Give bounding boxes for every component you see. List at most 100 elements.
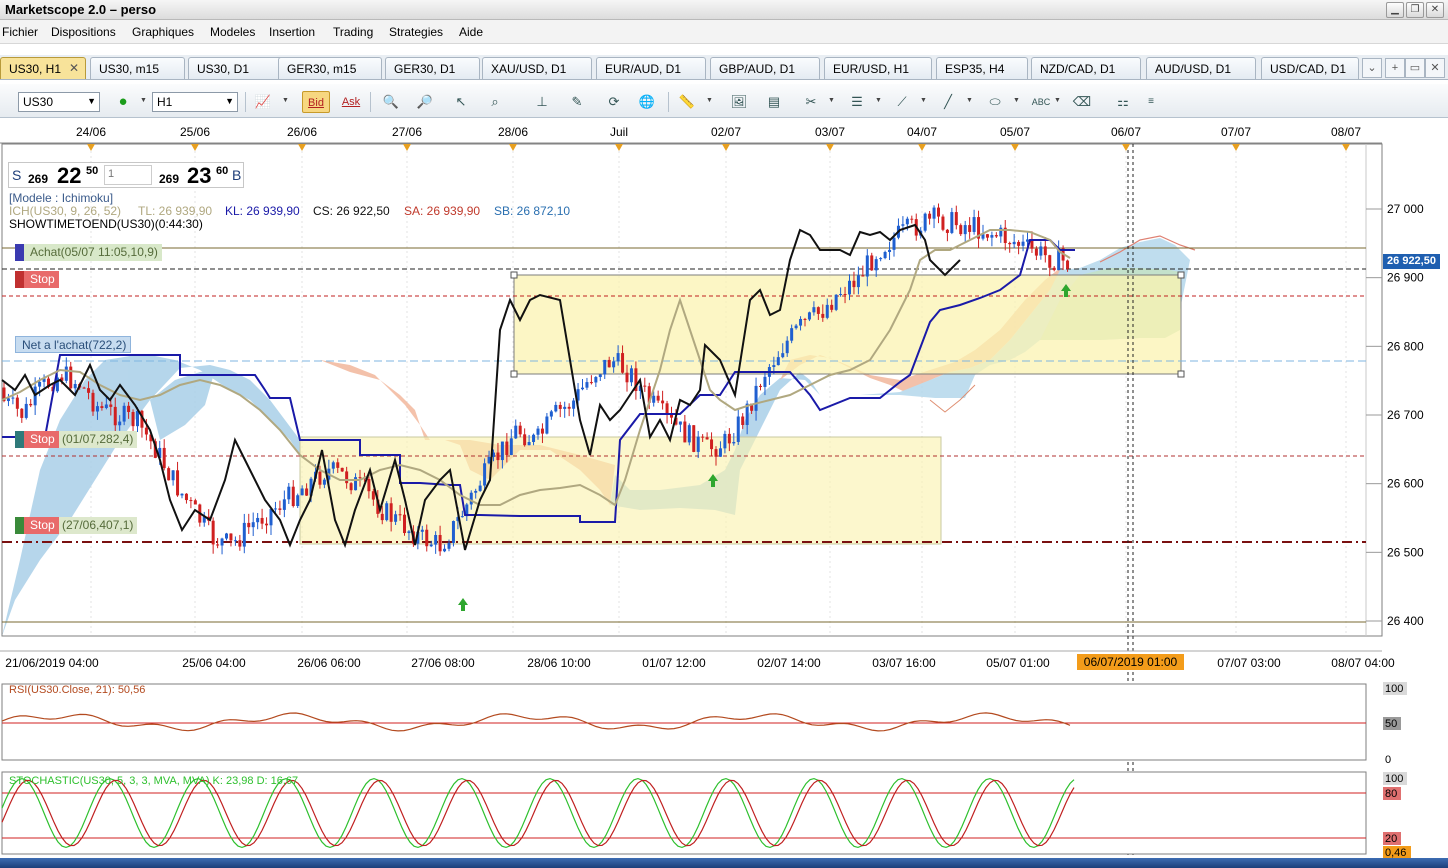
amount-input[interactable]: 1 [104, 165, 152, 185]
candle-body [616, 353, 620, 362]
candle-body [972, 217, 976, 232]
candle-body [273, 508, 277, 510]
candle-body [345, 471, 349, 484]
top-date-label: 06/07 [1111, 125, 1141, 139]
rsi-tick-label: 0 [1385, 754, 1391, 766]
candle-body [932, 207, 936, 219]
candle-body [848, 280, 851, 295]
time-tick-label: 02/07 14:00 [757, 656, 821, 670]
candle-body [447, 542, 451, 549]
quote-box: S 269 22 50 1 269 23 60 B [8, 162, 244, 188]
candle-body [705, 437, 709, 440]
resize-handle[interactable] [510, 271, 518, 279]
resize-handle[interactable] [1177, 271, 1185, 279]
candle-body [523, 434, 527, 446]
candle-body [487, 456, 491, 464]
candle-body [678, 421, 682, 425]
candle-body [879, 258, 883, 260]
candle-body [95, 406, 99, 412]
stop-order-label[interactable]: Stop [15, 431, 59, 448]
candle-body [371, 491, 375, 500]
time-axis: 21/06/2019 04:00 25/06 04:00 26/06 06:00 27… [5, 656, 1395, 670]
candle-body [318, 471, 322, 485]
order-achat-label[interactable]: Achat(05/07 11:05,10,9) [15, 244, 162, 261]
candle-body [816, 307, 820, 314]
candle-body [193, 500, 197, 505]
price-tick-label: 26 900 [1387, 271, 1424, 285]
candle-body [718, 448, 722, 457]
candle-body [269, 508, 273, 526]
candle-body [496, 452, 500, 461]
candle-body [73, 383, 77, 389]
candle-body [443, 548, 447, 552]
candle-body [429, 544, 433, 547]
price-chart[interactable]: 24/06 25/06 26/06 27/06 28/06 Juil 02/07 03/07 0… [0, 0, 1448, 868]
candle-body [572, 400, 576, 409]
candle-body [216, 544, 220, 546]
price-tick-label: 26 800 [1387, 339, 1424, 353]
candle-body [687, 425, 691, 443]
stop-order-label[interactable]: Stop [15, 517, 59, 534]
kijun-value: KL: 26 939,90 [225, 204, 300, 218]
candle-body [554, 404, 558, 412]
candle-body [567, 406, 571, 409]
stoch-tick-label: 80 [1385, 788, 1397, 800]
candle-body [518, 425, 522, 435]
candle-body [336, 462, 340, 468]
buy-label[interactable]: B [232, 167, 241, 183]
candle-body [665, 403, 669, 415]
candle-body [15, 397, 19, 409]
candle-body [558, 404, 562, 409]
top-date-label: 08/07 [1331, 125, 1361, 139]
candle-body [581, 387, 584, 390]
candle-body [358, 477, 362, 479]
candle-body [144, 427, 148, 435]
candle-body [598, 374, 602, 378]
candle-body [500, 441, 504, 461]
os-taskbar [0, 858, 1448, 868]
candle-body [865, 255, 869, 277]
sell-label[interactable]: S [12, 167, 21, 183]
candle-body [29, 403, 33, 406]
time-tick-label: 25/06 04:00 [182, 656, 246, 670]
candle-body [994, 235, 998, 237]
candle-body [545, 416, 549, 434]
buy-big-figure: 269 [159, 172, 180, 186]
price-tick-label: 26 600 [1387, 477, 1424, 491]
resize-handle[interactable] [1177, 370, 1185, 378]
candle-body [291, 486, 295, 507]
candle-body [714, 449, 718, 457]
candle-body [968, 225, 972, 232]
candle-body [6, 398, 10, 402]
candle-body [954, 212, 958, 226]
candle-body [247, 522, 251, 528]
candle-body [425, 529, 429, 547]
time-tick-label: 07/07 03:00 [1217, 656, 1281, 670]
net-position-label[interactable]: Net a l'achat(722,2) [15, 336, 132, 353]
candle-body [398, 514, 402, 516]
candle-body [781, 353, 785, 358]
top-date-label: 24/06 [76, 125, 106, 139]
time-tick-label: 08/07 04:00 [1331, 656, 1395, 670]
candle-body [843, 293, 847, 295]
stop-order-label[interactable]: Stop [15, 271, 59, 288]
candle-body [189, 500, 193, 502]
candle-body [790, 328, 794, 341]
rsi-label: RSI(US30.Close, 21): 50,56 [9, 684, 146, 696]
tenkan-value: TL: 26 939,90 [138, 204, 213, 218]
candle-body [305, 488, 309, 496]
candle-body [763, 376, 767, 387]
resize-handle[interactable] [510, 370, 518, 378]
candle-body [799, 318, 803, 326]
senkou-a-value: SA: 26 939,90 [404, 204, 481, 218]
current-price-tag: 26 922,50 [1383, 254, 1440, 269]
top-date-label: 26/06 [287, 125, 317, 139]
candle-body [941, 216, 945, 230]
candle-body [385, 503, 389, 521]
candle-body [282, 499, 286, 510]
candle-body [1039, 246, 1043, 256]
candle-body [661, 400, 665, 404]
top-date-label: 27/06 [392, 125, 422, 139]
candle-body [505, 441, 509, 455]
time-tick-label: 03/07 16:00 [872, 656, 936, 670]
